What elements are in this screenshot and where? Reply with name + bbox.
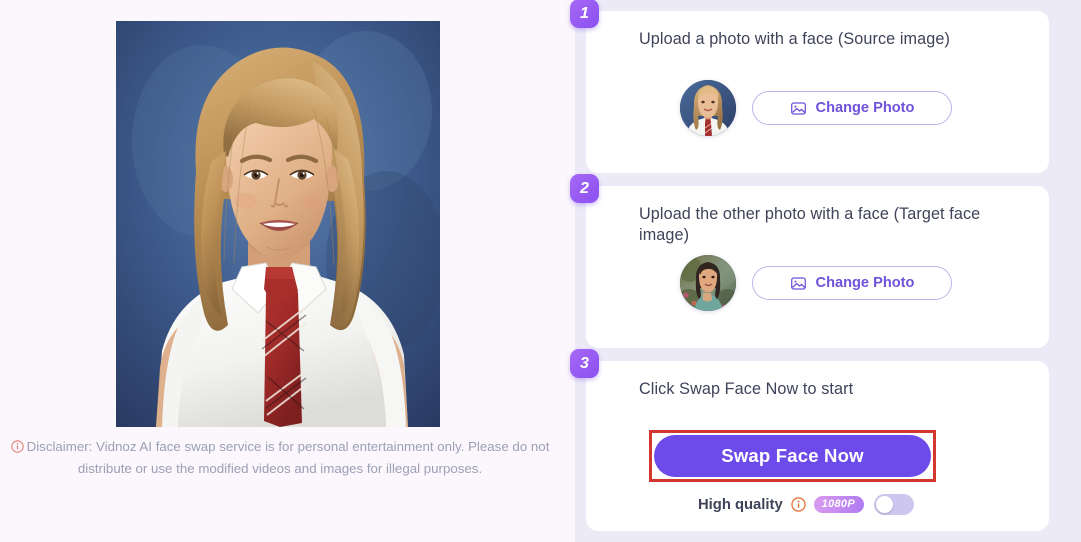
info-circle-icon <box>10 439 24 459</box>
high-quality-label: High quality <box>698 496 783 513</box>
step-title-2: Upload the other photo with a face (Targ… <box>639 205 981 244</box>
change-photo-label-source: Change Photo <box>815 100 915 116</box>
steps-panel: 1 Upload a photo with a face (Source ima… <box>570 0 1081 542</box>
preview-pane: Disclaimer: Vidnoz AI face swap service … <box>0 0 575 542</box>
high-quality-toggle[interactable] <box>873 494 914 515</box>
disclaimer-text: Disclaimer: Vidnoz AI face swap service … <box>0 437 560 479</box>
toggle-knob <box>875 496 893 513</box>
step-number-badge-2: 2 <box>570 174 599 203</box>
target-upload-row: Change Photo <box>680 255 952 311</box>
step-card-2: 2 Upload the other photo with a face (Ta… <box>570 174 1049 348</box>
step-card-3: 3 Click Swap Face Now to start Swap Face… <box>570 349 1049 531</box>
change-photo-label-target: Change Photo <box>815 275 915 291</box>
resolution-badge: 1080P <box>813 496 864 513</box>
target-thumbnail-image <box>680 255 736 311</box>
step-title-1: Upload a photo with a face (Source image… <box>639 30 950 48</box>
change-photo-button-target[interactable]: Change Photo <box>752 266 952 300</box>
disclaimer-message: Disclaimer: Vidnoz AI face swap service … <box>26 439 550 476</box>
step-card-1: 1 Upload a photo with a face (Source ima… <box>570 0 1049 173</box>
face-swap-app: Disclaimer: Vidnoz AI face swap service … <box>0 0 1081 542</box>
source-upload-row: Change Photo <box>680 80 952 136</box>
high-quality-row: High quality 1080P <box>698 494 914 515</box>
step-number-badge-1: 1 <box>570 0 599 28</box>
change-photo-button-source[interactable]: Change Photo <box>752 91 952 125</box>
info-circle-icon[interactable] <box>790 497 806 512</box>
image-icon <box>790 275 807 292</box>
portrait-image <box>116 21 440 427</box>
source-photo-preview[interactable] <box>116 21 440 427</box>
target-thumbnail[interactable] <box>680 255 736 311</box>
step-number-badge-3: 3 <box>570 349 599 378</box>
source-thumbnail[interactable] <box>680 80 736 136</box>
source-thumbnail-image <box>680 80 736 136</box>
image-icon <box>790 100 807 117</box>
step-title-3: Click Swap Face Now to start <box>639 380 854 398</box>
swap-face-now-button[interactable]: Swap Face Now <box>654 435 931 477</box>
